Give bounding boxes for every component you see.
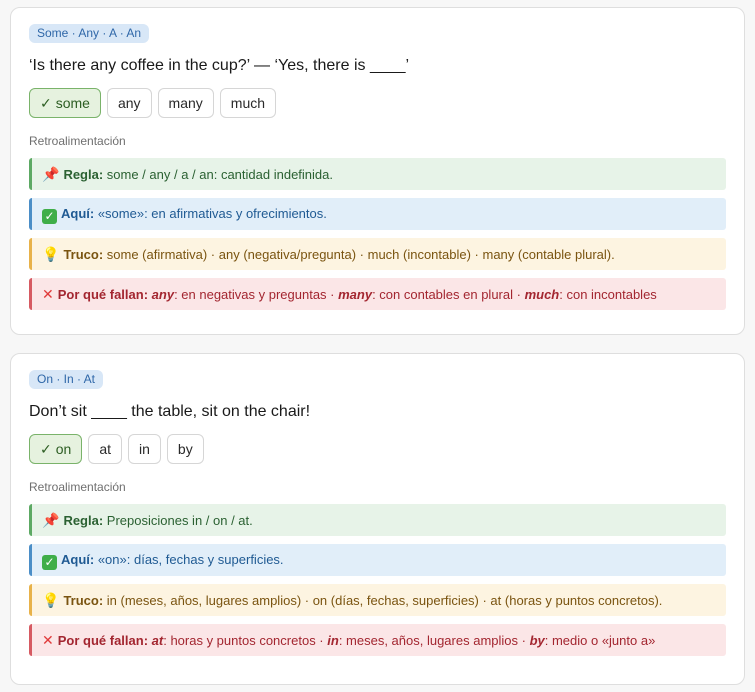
option-button[interactable]: at bbox=[88, 434, 122, 464]
here-title: Aquí: bbox=[61, 206, 95, 221]
feedback-label: Retroalimentación bbox=[29, 480, 126, 494]
cross-icon: ✕ bbox=[42, 286, 54, 302]
lightbulb-icon: 💡 bbox=[42, 246, 60, 262]
why-word: at bbox=[151, 633, 164, 648]
answer-options: ✓ some any many much bbox=[29, 88, 726, 118]
why-title: Por qué fallan: bbox=[57, 633, 149, 648]
answer-options: ✓ on at in by bbox=[29, 434, 726, 464]
feedback-here: ✓ Aquí: «on»: días, fechas y superficies. bbox=[29, 544, 726, 576]
pushpin-icon: 📌 bbox=[42, 512, 60, 528]
feedback-rule: 📌 Regla: some / any / a / an: cantidad in… bbox=[29, 158, 726, 190]
option-button[interactable]: much bbox=[219, 88, 277, 118]
exercise-card: Some · Any · A · An ‘Is there any coffee… bbox=[10, 7, 745, 335]
why-word: much bbox=[524, 287, 560, 302]
topic-tag: On · In · At bbox=[29, 370, 104, 389]
why-text: : horas y puntos concretos · bbox=[163, 633, 328, 648]
option-button[interactable]: in bbox=[128, 434, 161, 464]
check-box-icon: ✓ bbox=[42, 209, 57, 224]
why-text: : medio o «junto a» bbox=[544, 633, 656, 648]
feedback-tip: 💡 Truco: in (meses, años, lugares amplios… bbox=[29, 584, 726, 616]
why-word: many bbox=[338, 287, 373, 302]
rule-title: Regla: bbox=[63, 513, 104, 528]
why-text: : con incontables bbox=[559, 287, 657, 302]
feedback-here: ✓ Aquí: «some»: en afirmativas y ofrecimi… bbox=[29, 198, 726, 230]
feedback-label: Retroalimentación bbox=[29, 134, 126, 148]
cross-icon: ✕ bbox=[42, 632, 54, 648]
option-button[interactable]: many bbox=[157, 88, 214, 118]
option-label: some bbox=[55, 95, 90, 111]
option-button[interactable]: any bbox=[106, 88, 152, 118]
why-word: any bbox=[151, 287, 175, 302]
check-box-icon: ✓ bbox=[42, 555, 57, 570]
option-button-correct[interactable]: ✓ some bbox=[29, 88, 101, 118]
rule-text: Preposiciones in / on / at. bbox=[103, 513, 253, 528]
option-label: on bbox=[55, 441, 72, 457]
topic-tag: Some · Any · A · An bbox=[29, 24, 150, 43]
question-text: Don’t sit ____ the table, sit on the cha… bbox=[29, 403, 311, 420]
rule-title: Regla: bbox=[63, 167, 104, 182]
tip-text: some (afirmativa) · any (negativa/pregun… bbox=[103, 247, 615, 262]
here-text: «on»: días, fechas y superficies. bbox=[94, 552, 284, 567]
question-text: ‘Is there any coffee in the cup?’ — ‘Yes… bbox=[29, 57, 410, 74]
exercise-card: On · In · At Don’t sit ____ the table, s… bbox=[10, 353, 745, 685]
why-word: in bbox=[327, 633, 339, 648]
lightbulb-icon: 💡 bbox=[42, 592, 60, 608]
feedback-tip: 💡 Truco: some (afirmativa) · any (negativ… bbox=[29, 238, 726, 270]
tip-title: Truco: bbox=[63, 247, 104, 262]
feedback-why: ✕ Por qué fallan: at: horas y puntos conc… bbox=[29, 624, 726, 656]
tip-title: Truco: bbox=[63, 593, 104, 608]
option-button-correct[interactable]: ✓ on bbox=[29, 434, 83, 464]
feedback-rule: 📌 Regla: Preposiciones in / on / at. bbox=[29, 504, 726, 536]
why-text: : en negativas y preguntas · bbox=[174, 287, 339, 302]
pushpin-icon: 📌 bbox=[42, 166, 60, 182]
why-text: : meses, años, lugares amplios · bbox=[338, 633, 530, 648]
here-text: «some»: en afirmativas y ofrecimientos. bbox=[94, 206, 327, 221]
why-word: by bbox=[529, 633, 545, 648]
here-title: Aquí: bbox=[61, 552, 95, 567]
rule-text: some / any / a / an: cantidad indefinida… bbox=[103, 167, 333, 182]
why-text: : con contables en plural · bbox=[372, 287, 525, 302]
check-icon: ✓ bbox=[40, 95, 52, 111]
tip-text: in (meses, años, lugares amplios) · on (… bbox=[103, 593, 663, 608]
why-title: Por qué fallan: bbox=[57, 287, 149, 302]
option-button[interactable]: by bbox=[166, 434, 204, 464]
feedback-why: ✕ Por qué fallan: any: en negativas y pre… bbox=[29, 278, 726, 310]
check-icon: ✓ bbox=[40, 441, 52, 457]
